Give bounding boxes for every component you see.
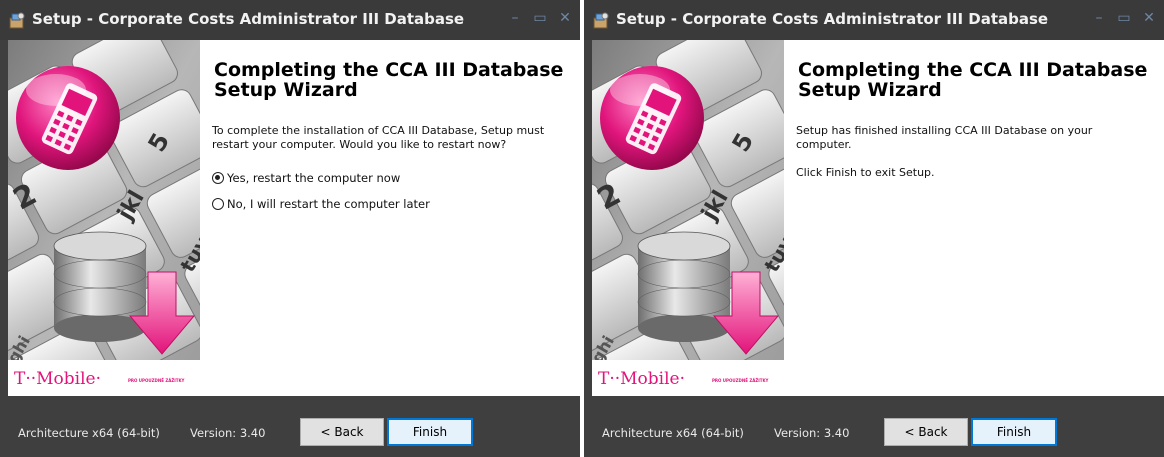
- finish-button[interactable]: Finish: [387, 418, 473, 446]
- setup-window-restart: Setup - Corporate Costs Administrator II…: [0, 0, 580, 457]
- finished-message: Setup has finished installing CCA III Da…: [796, 124, 1093, 151]
- page-heading: Completing the CCA III Database Setup Wi…: [214, 59, 564, 101]
- close-icon[interactable]: ✕: [555, 8, 575, 28]
- wizard-side-image: 2 jkl 5 tuv ghi T··Mobile· PRO UPOUZDNĚ …: [8, 40, 200, 396]
- tmobile-tagline: PRO UPOUZDNĚ ZÁŽITKY: [712, 378, 769, 383]
- tmobile-tagline: PRO UPOUZDNĚ ZÁŽITKY: [128, 378, 185, 383]
- title-bar[interactable]: Setup - Corporate Costs Administrator II…: [584, 0, 1164, 40]
- database-icon: [53, 231, 147, 342]
- tmobile-logo: T··Mobile·: [14, 369, 101, 389]
- window-title: Setup - Corporate Costs Administrator II…: [616, 10, 1049, 28]
- close-icon[interactable]: ✕: [1139, 8, 1159, 28]
- setup-app-icon: [593, 12, 609, 29]
- mobile-phone-icon: [600, 66, 704, 170]
- window-title: Setup - Corporate Costs Administrator II…: [32, 10, 465, 28]
- wizard-footer: Architecture x64 (64-bit) Version: 3.40 …: [0, 396, 580, 457]
- wizard-content: Completing the CCA III Database Setup Wi…: [200, 40, 580, 396]
- tmobile-logo: T··Mobile·: [598, 369, 685, 389]
- version-label: Version: 3.40: [774, 426, 850, 440]
- finish-button[interactable]: Finish: [971, 418, 1057, 446]
- restart-later-option[interactable]: No, I will restart the computer later: [212, 195, 430, 213]
- restart-now-option[interactable]: Yes, restart the computer now: [212, 169, 400, 187]
- back-button[interactable]: < Back: [300, 418, 384, 446]
- radio-selected-icon[interactable]: [212, 172, 224, 184]
- version-label: Version: 3.40: [190, 426, 266, 440]
- setup-app-icon: [9, 12, 25, 29]
- architecture-label: Architecture x64 (64-bit): [602, 426, 744, 440]
- back-button[interactable]: < Back: [884, 418, 968, 446]
- wizard-content: Completing the CCA III Database Setup Wi…: [784, 40, 1164, 396]
- finish-instruction: Click Finish to exit Setup.: [796, 166, 935, 179]
- setup-window-finished: Setup - Corporate Costs Administrator II…: [584, 0, 1164, 457]
- option-label: Yes, restart the computer now: [227, 171, 401, 185]
- option-label: No, I will restart the computer later: [227, 197, 430, 211]
- wizard-side-image: 2 jkl 5 tuv ghi T··Mobile· PRO UPOUZDNĚ …: [592, 40, 784, 396]
- minimize-icon[interactable]: –: [1089, 8, 1109, 28]
- database-icon: [637, 231, 731, 342]
- mobile-phone-icon: [16, 66, 120, 170]
- radio-unselected-icon[interactable]: [212, 198, 224, 210]
- restart-message: To complete the installation of CCA III …: [212, 124, 545, 151]
- wizard-footer: Architecture x64 (64-bit) Version: 3.40 …: [584, 396, 1164, 457]
- title-bar[interactable]: Setup - Corporate Costs Administrator II…: [0, 0, 580, 40]
- maximize-icon[interactable]: ▭: [1114, 8, 1134, 28]
- minimize-icon[interactable]: –: [505, 8, 525, 28]
- architecture-label: Architecture x64 (64-bit): [18, 426, 160, 440]
- page-heading: Completing the CCA III Database Setup Wi…: [798, 59, 1148, 101]
- maximize-icon[interactable]: ▭: [530, 8, 550, 28]
